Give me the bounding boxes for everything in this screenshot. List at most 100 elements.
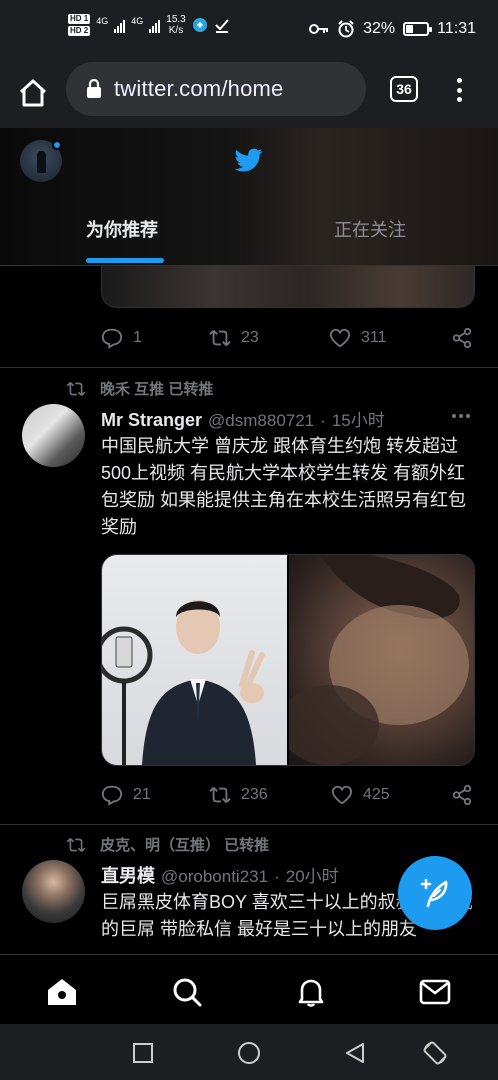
menu-dot-icon: [456, 97, 462, 102]
nav-messages[interactable]: [418, 975, 452, 1009]
hd2-label: HD 2: [68, 26, 91, 36]
dot-icon: [452, 414, 456, 418]
tweet-author: 直男模 @orobonti231 · 20小时: [101, 862, 339, 888]
system-home-button[interactable]: [236, 1040, 262, 1066]
retweet-context: 皮克、明（互推） 已转推: [66, 834, 269, 855]
share-button[interactable]: [451, 327, 473, 349]
photo-person-suit: [102, 600, 265, 765]
like-button[interactable]: 425: [331, 784, 451, 806]
home-circle-icon: [238, 1042, 260, 1064]
rotate-button[interactable]: [422, 1040, 448, 1066]
key-icon: [309, 24, 329, 34]
tweet-divider: [0, 367, 498, 368]
tab-switcher-button[interactable]: 36: [390, 76, 418, 102]
nav-search[interactable]: [170, 975, 204, 1009]
retweeted-by[interactable]: 皮克、明（互推） 已转推: [100, 834, 269, 855]
battery-percent: 32%: [363, 20, 396, 37]
nav-notifications[interactable]: [294, 975, 328, 1009]
home-icon: [48, 979, 76, 1005]
check-download-icon: [215, 19, 229, 33]
retweet-small-icon: [66, 837, 86, 852]
avatar[interactable]: [22, 404, 85, 467]
nav-home[interactable]: [45, 975, 79, 1009]
url-text: twitter.com/home: [114, 76, 284, 101]
twitter-header: 为你推荐 正在关注: [0, 128, 498, 266]
tweet-media[interactable]: [101, 554, 475, 766]
retweet-context: 晚禾 互推 已转推: [66, 378, 213, 399]
speed-unit: K/s: [168, 25, 184, 36]
tweet-actions: 21 236 425: [101, 783, 475, 807]
bell-icon: [298, 979, 324, 1007]
retweet-count: 23: [241, 329, 259, 346]
time-separator: ·: [274, 867, 280, 886]
signal-icon-1: [114, 17, 126, 33]
system-back-button[interactable]: [342, 1040, 368, 1066]
battery-icon: [403, 22, 433, 36]
bottom-nav: [0, 954, 498, 1024]
tab-for-you[interactable]: 为你推荐: [86, 216, 158, 242]
rotate-icon: [423, 1041, 447, 1065]
tweet-text: 中国民航大学 曾庆龙 跟体育生约炮 转发超过500上视频 有民航大学本校学生转发…: [101, 436, 466, 537]
like-count: 425: [363, 786, 390, 803]
more-options-button[interactable]: [452, 414, 470, 418]
twitter-bird-icon[interactable]: [234, 146, 264, 174]
tweet-time[interactable]: 20小时: [286, 862, 339, 887]
notification-dot: [52, 140, 62, 150]
author-name[interactable]: 直男模: [101, 862, 155, 888]
reply-button[interactable]: 21: [101, 784, 209, 806]
tab-count: 36: [396, 81, 412, 97]
tab-following[interactable]: 正在关注: [334, 216, 406, 242]
retweet-icon: [209, 330, 231, 346]
reply-count: 1: [133, 329, 142, 346]
retweeted-by[interactable]: 晚禾 互推 已转推: [100, 378, 213, 399]
hd-indicator: HD 1 HD 2: [68, 14, 91, 36]
heart-icon: [331, 785, 353, 805]
share-icon: [452, 784, 472, 806]
retweet-button[interactable]: 236: [209, 784, 331, 806]
photo-closeup: [289, 555, 469, 765]
compose-tweet-button[interactable]: [398, 856, 472, 930]
retweet-small-icon: [66, 381, 86, 396]
author-handle[interactable]: @orobonti231: [161, 867, 268, 887]
browser-bar: twitter.com/home 36: [0, 62, 498, 128]
retweet-icon: [209, 787, 231, 803]
lock-icon: [87, 79, 101, 98]
author-handle[interactable]: @dsm880721: [208, 411, 314, 431]
like-button[interactable]: 311: [329, 327, 451, 349]
mail-icon: [419, 979, 451, 1005]
retweet-button[interactable]: 23: [209, 327, 329, 349]
status-bar: HD 1 HD 2 4G 4G 15.3 K/s 32% 11:31: [0, 0, 498, 62]
hd1-label: HD 1: [68, 14, 91, 24]
active-tab-indicator: [86, 258, 164, 263]
tweet-author: Mr Stranger @dsm880721 · 15小时: [101, 406, 385, 431]
reply-button[interactable]: 1: [101, 327, 209, 349]
share-button[interactable]: [451, 784, 473, 806]
time-separator: ·: [320, 411, 326, 430]
vpn-icon: [192, 18, 207, 32]
search-icon: [173, 978, 202, 1007]
recents-square-icon: [133, 1043, 153, 1063]
author-name[interactable]: Mr Stranger: [101, 410, 202, 431]
net2-label: 4G: [131, 16, 144, 26]
battery-fill: [406, 25, 414, 33]
menu-dot-icon: [456, 78, 462, 83]
compose-feather-icon: [420, 878, 448, 908]
tweet-time[interactable]: 15小时: [332, 406, 385, 431]
address-bar[interactable]: twitter.com/home: [66, 62, 366, 116]
net1-label: 4G: [96, 16, 109, 26]
status-left: HD 1 HD 2 4G 4G 15.3 K/s: [68, 14, 230, 36]
browser-home-button[interactable]: [16, 76, 50, 110]
speed-value: 15.3: [166, 14, 186, 25]
media-photo-1[interactable]: [102, 555, 287, 765]
reply-count: 21: [133, 786, 151, 803]
home-outline-icon: [19, 79, 47, 107]
tweet-media[interactable]: [101, 266, 475, 308]
system-nav-bar: [0, 1024, 498, 1080]
media-photo-2[interactable]: [289, 555, 474, 765]
browser-menu-button[interactable]: [452, 76, 466, 104]
recents-button[interactable]: [130, 1040, 156, 1066]
heart-icon: [329, 328, 351, 348]
alarm-icon: [338, 20, 354, 38]
menu-dot-icon: [456, 87, 462, 93]
reply-icon: [101, 328, 123, 349]
